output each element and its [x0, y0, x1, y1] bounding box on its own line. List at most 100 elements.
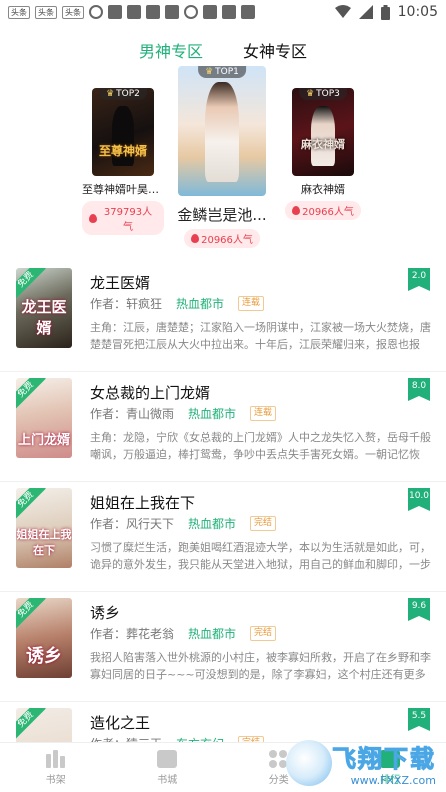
top3-cover[interactable]: 麻衣神婿 ♛ TOP3	[292, 88, 354, 176]
author-name: 青山微雨	[126, 407, 175, 421]
author: 作者：青山微雨	[90, 405, 174, 422]
book-title[interactable]: 造化之王	[90, 712, 150, 733]
author-name: 葬花老翁	[126, 627, 175, 641]
tab-male[interactable]: 男神专区	[139, 34, 203, 62]
genre-tag[interactable]: 热血都市	[176, 295, 224, 312]
list-item[interactable]: 免费 姐姐在上我在下 姐姐在上我在下 作者：风行天下 热血都市 完结 习惯了糜烂…	[0, 482, 446, 592]
nav-bookstore[interactable]: 书城	[112, 743, 224, 792]
top3-book[interactable]: 麻衣神婿 ♛ TOP3 麻衣神婿 20966人气	[282, 88, 364, 220]
book-cover[interactable]: 免费 龙王医婿	[16, 268, 72, 348]
score-badge: 5.5	[408, 708, 430, 731]
nav-label: 排行	[380, 774, 401, 786]
book-title[interactable]: 姐姐在上我在下	[90, 492, 195, 513]
cover-figure	[205, 82, 239, 182]
book-meta: 作者：青山微雨 热血都市 连载	[90, 405, 277, 422]
book-description: 我招人陷害落入世外桃源的小村庄，被李寡妇所救，开启了在乡野和李寡妇同居的日子~~…	[90, 651, 431, 681]
free-ribbon: 免费	[16, 598, 46, 630]
nav-label: 书架	[45, 774, 66, 786]
author: 作者：葬花老翁	[90, 625, 174, 642]
rank-label: TOP1	[215, 67, 239, 77]
crown-icon: ♛	[205, 67, 214, 77]
sync-icon	[89, 5, 103, 19]
book-description: 习惯了糜烂生活，跑美姐喝红酒混迹大学，本以为生活就是如此，可，诡异的意外发生，我…	[90, 541, 431, 571]
rank-label: TOP2	[116, 89, 140, 99]
rank-badge: ♛ TOP2	[99, 88, 147, 100]
author-label: 作者：	[90, 297, 127, 311]
score-badge: 9.6	[408, 598, 430, 621]
flame-icon	[292, 206, 301, 215]
status-badge: 连载	[250, 406, 277, 421]
rank-label: TOP3	[316, 89, 340, 99]
book-list: 免费 龙王医婿 龙王医婿 作者：轩疯狂 热血都市 连载 主角：江辰，唐楚楚；江家…	[0, 262, 446, 792]
score-badge: 2.0	[408, 268, 430, 291]
free-ribbon: 免费	[16, 708, 46, 740]
free-ribbon: 免费	[16, 378, 46, 410]
news-app-notification-icon: 头条	[62, 5, 84, 19]
popularity-count: 20966人气	[302, 207, 354, 218]
battery-icon	[380, 4, 390, 20]
genre-tag[interactable]: 热血都市	[188, 625, 236, 642]
news-app-notification-icon: 头条	[8, 5, 30, 19]
book-icon	[157, 749, 178, 768]
author-name: 轩疯狂	[126, 297, 163, 311]
top1-cover[interactable]: ♛ TOP1	[178, 66, 266, 196]
top-ranking: 至尊神婿 ♛ TOP2 至尊神婿叶昊郑... 379793人气 ♛ TOP1 金鳞岂…	[0, 66, 446, 256]
book-description: 主角：龙隐，宁欣《女总裁的上门龙婿》人中之龙失忆入赘，岳母千般嘲讽，万般逼迫，棒…	[90, 431, 431, 461]
app-notification-icon	[165, 5, 179, 19]
category-icon	[268, 749, 289, 768]
status-bar: 头条 头条 头条 10:05	[0, 0, 446, 24]
cover-title-art: 至尊神婿	[98, 144, 147, 158]
app-notification-icon	[127, 5, 141, 19]
top2-title: 至尊神婿叶昊郑...	[82, 183, 164, 196]
app-notification-icon	[203, 5, 217, 19]
app-notification-icon	[108, 5, 122, 19]
book-meta: 作者：风行天下 热血都市 完结	[90, 515, 277, 532]
rank-badge: ♛ TOP3	[299, 88, 347, 100]
genre-tag[interactable]: 热血都市	[188, 515, 236, 532]
app-notification-icon	[222, 5, 236, 19]
clock: 10:05	[397, 4, 438, 20]
popularity-count: 20966人气	[201, 235, 253, 246]
font-a-icon	[241, 5, 255, 19]
nav-category[interactable]: 分类	[223, 743, 335, 792]
rank-badge: ♛ TOP1	[198, 66, 246, 78]
gender-tabs: 男神专区 女神专区	[0, 34, 446, 62]
list-item[interactable]: 免费 上门龙婿 女总裁的上门龙婿 作者：青山微雨 热血都市 连载 主角：龙隐，宁…	[0, 372, 446, 482]
author: 作者：风行天下	[90, 515, 174, 532]
cover-title-art: 上门龙婿	[17, 433, 70, 448]
top2-book[interactable]: 至尊神婿 ♛ TOP2 至尊神婿叶昊郑... 379793人气	[82, 88, 164, 235]
genre-tag[interactable]: 热血都市	[188, 405, 236, 422]
book-title[interactable]: 龙王医婿	[90, 272, 150, 293]
list-item[interactable]: 免费 诱乡 诱乡 作者：葬花老翁 热血都市 完结 我招人陷害落入世外桃源的小村庄…	[0, 592, 446, 702]
book-cover[interactable]: 免费 诱乡	[16, 598, 72, 678]
tab-female[interactable]: 女神专区	[243, 34, 307, 62]
free-ribbon: 免费	[16, 488, 46, 520]
nav-bookshelf[interactable]: 书架	[0, 743, 112, 792]
book-meta: 作者：轩疯狂 热血都市 连载	[90, 295, 265, 312]
book-cover[interactable]: 免费 上门龙婿	[16, 378, 72, 458]
flame-icon	[191, 234, 200, 243]
author-name: 风行天下	[126, 517, 175, 531]
wifi-icon	[334, 5, 351, 18]
bookshelf-icon	[45, 749, 66, 768]
app-notification-icon	[146, 5, 160, 19]
score-badge: 10.0	[408, 488, 430, 511]
nav-ranking[interactable]: 排行	[335, 743, 446, 792]
popularity-badge: 20966人气	[285, 201, 361, 220]
score-badge: 8.0	[408, 378, 430, 401]
author-label: 作者：	[90, 407, 127, 421]
book-title[interactable]: 诱乡	[90, 602, 120, 623]
popularity-badge: 20966人气	[184, 229, 260, 248]
book-title[interactable]: 女总裁的上门龙婿	[90, 382, 210, 403]
author-label: 作者：	[90, 627, 127, 641]
top3-title: 麻衣神婿	[301, 183, 345, 196]
status-badge: 完结	[250, 626, 277, 641]
list-item[interactable]: 免费 龙王医婿 龙王医婿 作者：轩疯狂 热血都市 连载 主角：江辰，唐楚楚；江家…	[0, 262, 446, 372]
author-label: 作者：	[90, 517, 127, 531]
top1-book[interactable]: ♛ TOP1 金鳞岂是池... 20966人气	[176, 66, 268, 248]
book-cover[interactable]: 免费 姐姐在上我在下	[16, 488, 72, 568]
top2-cover[interactable]: 至尊神婿 ♛ TOP2	[92, 88, 154, 176]
status-badge: 完结	[250, 516, 277, 531]
popularity-badge: 379793人气	[82, 201, 164, 235]
vpn-icon	[184, 5, 198, 19]
